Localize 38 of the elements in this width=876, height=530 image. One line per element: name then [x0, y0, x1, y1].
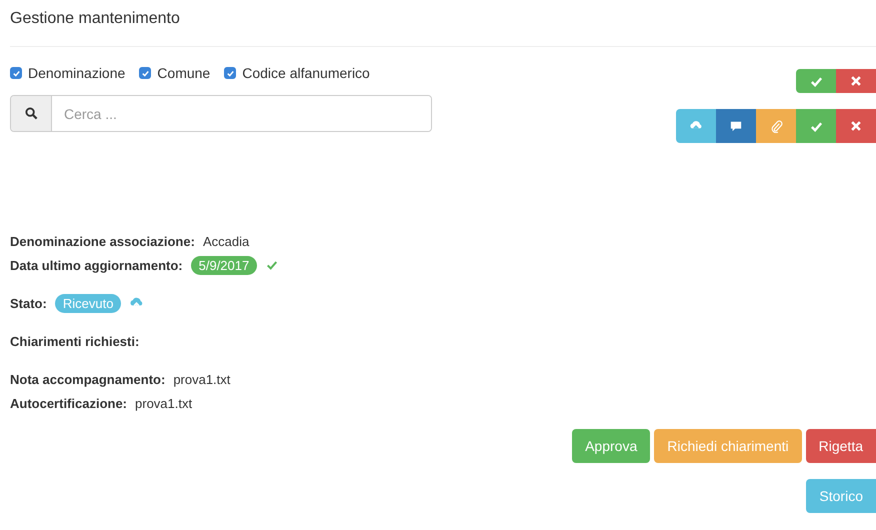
checkbox[interactable] [139, 67, 152, 79]
check-icon [810, 120, 822, 132]
history-button[interactable]: Storico [806, 479, 876, 513]
field-label: Nota accompagnamento: [10, 372, 166, 386]
close-button[interactable] [836, 109, 876, 143]
close-button[interactable] [836, 69, 876, 93]
close-icon [850, 120, 862, 132]
field-value: prova1.txt [173, 372, 230, 386]
paperclip-icon [770, 120, 782, 132]
check-icon [265, 259, 280, 271]
field-label: Denominazione associazione: [10, 234, 195, 248]
search-field[interactable]: Cerca ... [10, 95, 432, 132]
field-value: Accadia [202, 234, 250, 248]
checkbox-label: Comune [157, 65, 210, 81]
checkbox-label: Denominazione [28, 65, 126, 81]
action-button[interactable]: Rigetta [806, 429, 876, 463]
date-badge: 5/9/2017 [190, 256, 258, 274]
action-button[interactable]: Richiedi chiarimenti [654, 429, 802, 463]
status-badge: Ricevuto [54, 294, 122, 312]
checkbox[interactable] [10, 67, 22, 79]
close-icon [850, 75, 862, 87]
check-icon [810, 74, 822, 88]
speech-bubble-icon [730, 120, 742, 132]
checkbox-label: Codice alfanumerico [242, 65, 370, 81]
check-button[interactable] [796, 69, 836, 93]
checkbox[interactable] [224, 67, 236, 79]
field-value: prova1.txt [135, 396, 192, 410]
field-label: Stato: [10, 296, 47, 310]
speech-bubble-button[interactable] [716, 109, 756, 143]
field-label: Chiarimenti richiesti: [10, 334, 140, 348]
cloud-upload-button[interactable] [676, 109, 716, 143]
field-label: Autocertificazione: [10, 396, 128, 410]
page-title: Gestione mantenimento [10, 9, 181, 29]
paperclip-button[interactable] [756, 109, 796, 143]
search-icon [11, 96, 52, 131]
check-button[interactable] [796, 109, 836, 143]
action-button[interactable]: Approva [572, 429, 650, 463]
field-label: Data ultimo aggiornamento: [10, 258, 183, 272]
